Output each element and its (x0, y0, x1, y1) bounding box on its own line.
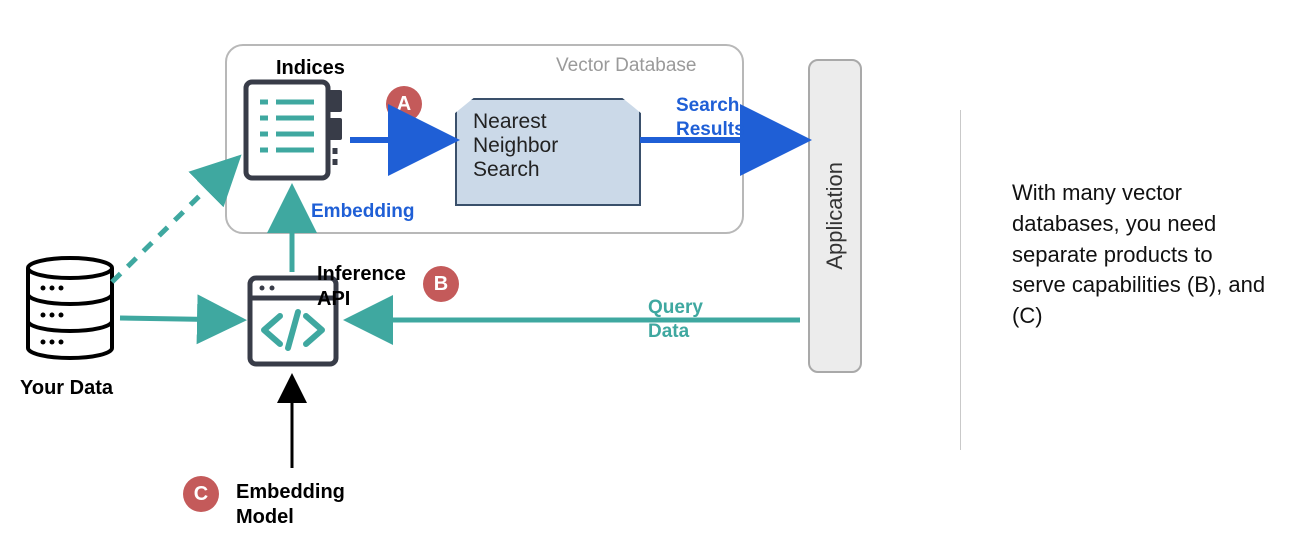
indices-label: Indices (276, 56, 345, 81)
your-data-label: Your Data (20, 376, 113, 401)
embedding-model-label: Embedding Model (236, 480, 345, 530)
inference-api-label: Inference API (317, 262, 406, 312)
search-results-label: Search Results (676, 94, 745, 142)
caption-text: With many vector databases, you need sep… (1012, 178, 1272, 332)
embedding-label: Embedding (311, 200, 414, 224)
divider (960, 110, 961, 450)
query-data-label: Query Data (648, 296, 703, 344)
indices-icon (246, 82, 342, 178)
database-icon (28, 258, 112, 358)
